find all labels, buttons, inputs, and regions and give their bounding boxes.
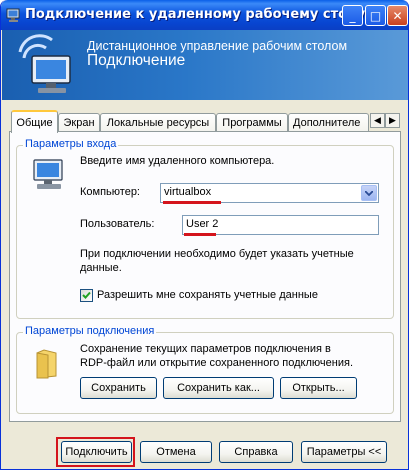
tab-scroll-left-button[interactable]: ◀ [370,113,385,128]
minimize-button[interactable]: _ [342,5,363,26]
save-button[interactable]: Сохранить [80,377,157,399]
tab-label: Общие [16,116,53,129]
chevron-down-icon [365,190,373,196]
computer-combobox[interactable]: virtualbox [160,183,379,203]
username-field[interactable]: User 2 [182,215,379,235]
banner-title: Подключение [87,52,186,69]
header-banner: Дистанционное управление рабочим столом … [2,30,408,100]
button-label: Параметры << [306,446,382,458]
tab-strip: Общие Экран Локальные ресурсы Программы … [9,110,401,133]
button-label: Сохранить [91,382,146,394]
button-label: Сохранить как... [177,382,260,394]
button-label: Открыть... [292,382,345,394]
maximize-icon: □ [369,8,382,23]
cancel-button[interactable]: Отмена [140,441,212,463]
arrow-left-icon: ◀ [374,115,381,126]
save-credentials-label[interactable]: Разрешить мне сохранять учетные данные [97,289,318,301]
save-credentials-checkbox[interactable] [80,289,93,302]
credentials-note-line2: данные. [80,262,122,274]
computer-icon [33,159,63,189]
tab-local-resources[interactable]: Локальные ресурсы [100,113,216,131]
tab-label: Программы [222,116,282,129]
tab-general[interactable]: Общие [11,110,58,133]
group-title: Параметры входа [23,138,119,150]
username-value: User 2 [186,218,219,230]
folder-icon [36,349,57,379]
minimize-icon: _ [349,8,356,23]
credentials-note-line1: При подключении необходимо будет указать… [80,248,354,260]
window-title: Подключение к удаленному рабочему столу [25,7,366,22]
help-button[interactable]: Справка [219,441,293,463]
dropdown-button[interactable] [361,185,377,201]
close-icon: ✕ [392,8,403,23]
checkmark-icon [82,291,91,299]
connection-desc-line2: RDP-файл или открытие сохраненного подкл… [80,357,353,369]
tab-scroll-right-button[interactable]: ▶ [385,113,400,128]
tab-label: Дополнителе [293,116,361,129]
options-button[interactable]: Параметры << [301,441,387,463]
button-label: Отмена [156,446,196,458]
close-button[interactable]: ✕ [387,5,408,26]
tab-label: Экран [63,116,95,129]
rdp-dialog-window: Подключение к удаленному рабочему столу … [0,0,409,470]
remote-desktop-banner-icon [18,34,71,93]
group-title: Параметры подключения [23,325,157,337]
tab-label: Локальные ресурсы [106,116,210,129]
tab-programs[interactable]: Программы [216,113,288,131]
save-as-button[interactable]: Сохранить как... [163,377,274,399]
login-intro-text: Введите имя удаленного компьютера. [80,155,275,167]
tab-panel-general: Параметры входа Введите имя удаленного к… [9,131,401,422]
arrow-right-icon: ▶ [389,115,396,126]
open-button[interactable]: Открыть... [280,377,357,399]
connect-highlight-frame [56,437,135,467]
tab-advanced[interactable]: Дополнителе [288,113,369,131]
title-bar[interactable]: Подключение к удаленному рабочему столу … [1,0,408,30]
highlight-underline [163,201,221,204]
computer-label: Компьютер: [80,186,140,198]
user-label: Пользователь: [80,218,155,230]
highlight-underline [184,233,216,236]
login-settings-group: Параметры входа Введите имя удаленного к… [16,138,394,319]
computer-value: virtualbox [164,186,212,198]
maximize-button[interactable]: □ [365,5,386,26]
connection-desc-line1: Сохранение текущих параметров подключени… [80,343,331,355]
remote-desktop-icon [6,8,20,22]
banner-subtitle: Дистанционное управление рабочим столом [87,39,348,53]
connection-settings-group: Параметры подключения Сохранение текущих… [16,325,394,414]
button-label: Справка [234,446,278,458]
tab-display[interactable]: Экран [58,113,100,131]
